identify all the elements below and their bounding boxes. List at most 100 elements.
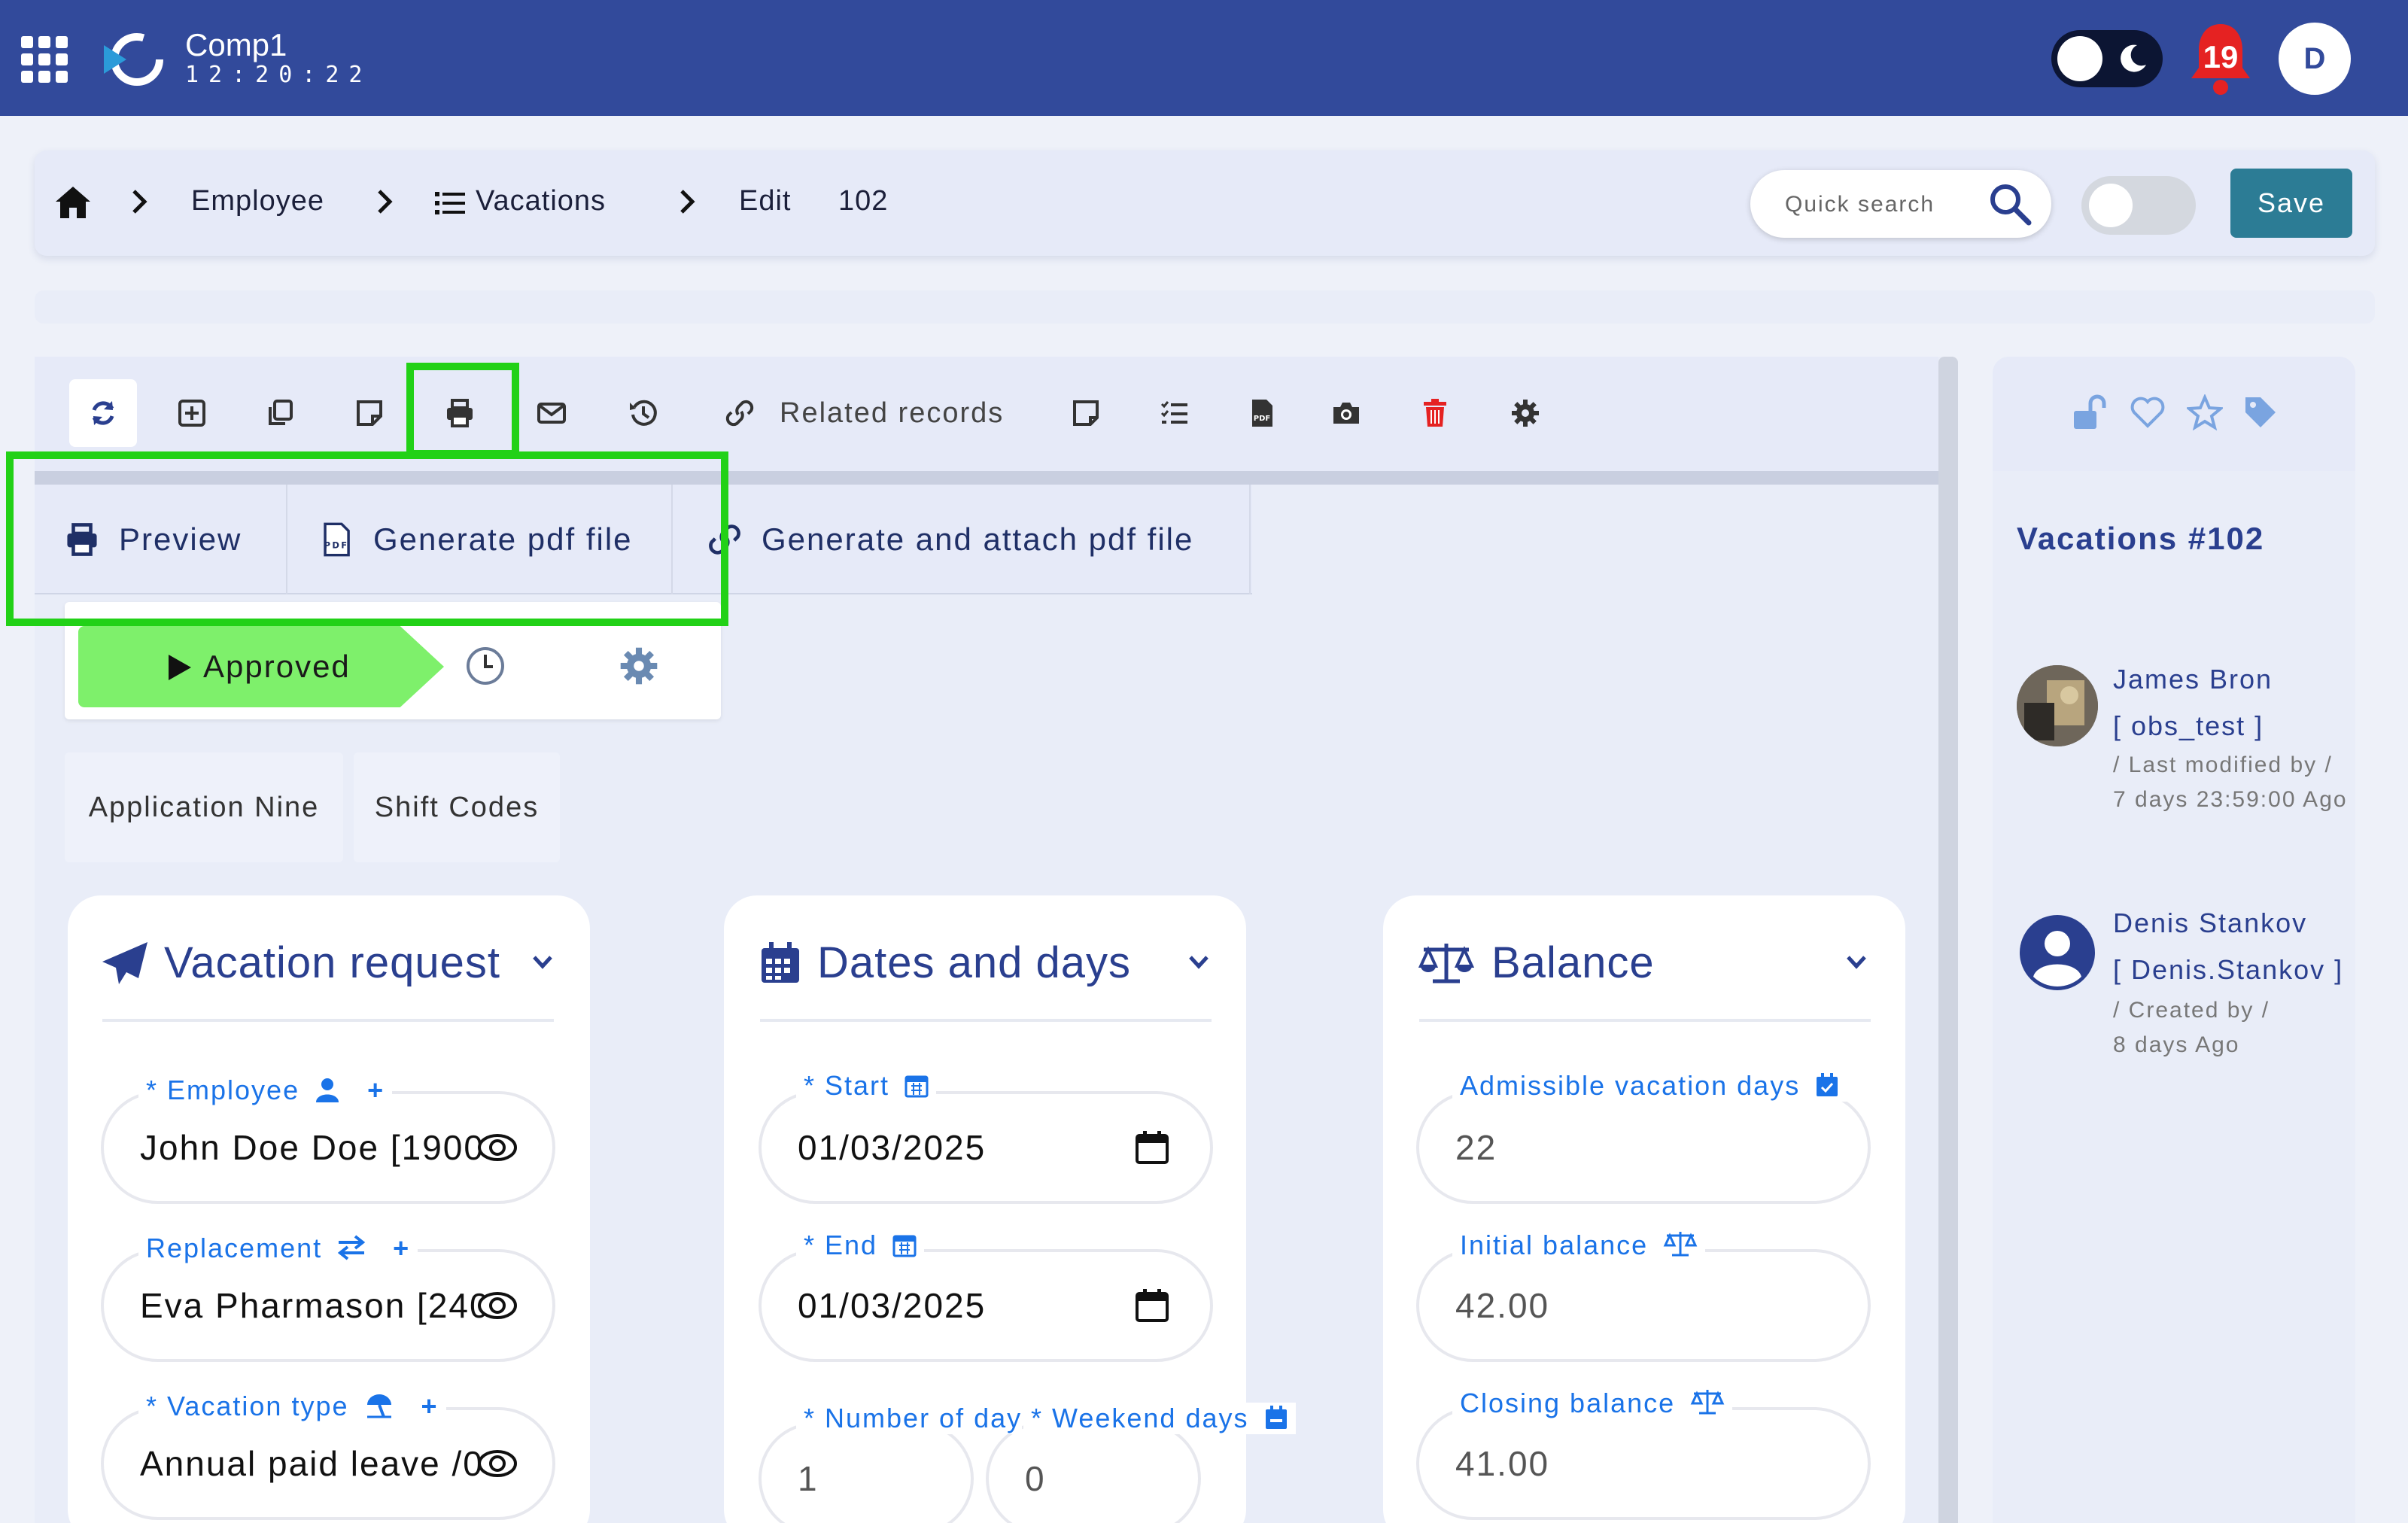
info-bar <box>35 290 2375 324</box>
dates-title: Dates and days <box>817 938 1132 987</box>
chevron-down-icon[interactable] <box>1187 953 1210 971</box>
add-employee-icon[interactable]: + <box>367 1075 385 1105</box>
star-icon[interactable] <box>2187 394 2223 430</box>
search-input[interactable] <box>1785 188 1988 221</box>
initial-balance-field: 42.00 <box>1416 1249 1871 1362</box>
chevron-down-icon[interactable] <box>531 953 554 971</box>
tasks-button[interactable] <box>1141 379 1209 447</box>
quick-search <box>1750 170 2051 238</box>
date-picker-icon[interactable] <box>1135 1288 1169 1323</box>
weekend-days-field[interactable]: 0 <box>986 1422 1201 1523</box>
related-records-label[interactable]: Related records <box>780 397 1004 430</box>
replacement-value: Eva Pharmason [240 <box>140 1286 491 1325</box>
search-icon[interactable] <box>1988 182 2032 226</box>
refresh-button[interactable] <box>69 379 137 447</box>
eye-icon[interactable] <box>477 1127 518 1168</box>
created-ago: 8 days Ago <box>2113 1032 2240 1057</box>
chevron-right-icon <box>132 190 147 214</box>
clock-icon[interactable] <box>465 646 506 686</box>
chevron-right-icon <box>378 190 393 214</box>
record-info-header <box>1993 357 2355 471</box>
dark-mode-toggle[interactable] <box>2051 30 2163 87</box>
swap-icon <box>337 1235 366 1260</box>
calendar-icon <box>892 1235 917 1257</box>
chevron-down-icon[interactable] <box>1845 953 1868 971</box>
gear-icon <box>1512 400 1539 427</box>
vacation-type-label: * Vacation type + <box>138 1391 446 1422</box>
closing-balance-label: Closing balance <box>1452 1388 1733 1419</box>
tab-shift-codes[interactable]: Shift Codes <box>354 752 560 862</box>
card-divider <box>760 1019 1212 1022</box>
new-record-button[interactable] <box>158 379 226 447</box>
breadcrumb-vacations[interactable]: Vacations <box>476 185 606 217</box>
modified-caption: / Last modified by / <box>2113 752 2333 777</box>
start-date-label: * Start <box>796 1070 937 1102</box>
view-toggle[interactable] <box>2081 176 2196 235</box>
pdf-file-icon: PDF <box>1252 400 1272 427</box>
scale-balance-icon <box>1418 944 1475 983</box>
camera-button[interactable] <box>1312 379 1380 447</box>
initial-balance-value: 42.00 <box>1455 1286 1550 1325</box>
modified-ago: 7 days 23:59:00 Ago <box>2113 787 2348 812</box>
card-divider <box>1419 1019 1871 1022</box>
breadcrumb-employee[interactable]: Employee <box>191 185 324 217</box>
copy-icon <box>269 400 293 425</box>
end-date-label: * End <box>796 1230 925 1261</box>
workflow-gear-icon[interactable] <box>619 646 659 686</box>
note-button[interactable] <box>336 379 403 447</box>
balance-title: Balance <box>1491 938 1655 987</box>
status-badge[interactable]: Approved <box>78 626 444 707</box>
history-button[interactable] <box>610 379 677 447</box>
paper-plane-icon <box>102 942 147 984</box>
tab-application-nine[interactable]: Application Nine <box>65 752 343 862</box>
company-name: Comp1 <box>185 27 287 62</box>
status-label: Approved <box>203 649 351 684</box>
apps-grid-icon[interactable] <box>21 36 68 83</box>
print-button-highlight <box>406 363 519 458</box>
end-date-value: 01/03/2025 <box>798 1286 987 1325</box>
calendar-check-icon <box>1817 1073 1838 1096</box>
moon-icon <box>2121 44 2146 72</box>
settings-button[interactable] <box>1491 379 1559 447</box>
calendar-icon <box>762 942 799 983</box>
generate-attach-pdf-item[interactable]: Generate and attach pdf file <box>707 485 1251 594</box>
home-icon[interactable] <box>54 185 92 220</box>
email-button[interactable] <box>518 379 585 447</box>
generate-attach-pdf-label: Generate and attach pdf file <box>762 521 1194 557</box>
envelope-icon <box>537 403 566 424</box>
eye-icon[interactable] <box>477 1443 518 1484</box>
user-circle-icon <box>2020 915 2095 990</box>
date-picker-icon[interactable] <box>1135 1130 1169 1165</box>
copy-record-button[interactable] <box>247 379 315 447</box>
save-button[interactable]: Save <box>2230 169 2352 238</box>
scale-balance-icon <box>1663 1232 1698 1257</box>
creator-name[interactable]: Denis Stankov <box>2113 907 2307 939</box>
heart-icon[interactable] <box>2130 394 2166 430</box>
pdf-button[interactable]: PDF <box>1228 379 1296 447</box>
main-scrollbar[interactable] <box>1938 357 1958 1523</box>
user-avatar[interactable]: D <box>2279 23 2351 95</box>
add-replacement-icon[interactable]: + <box>393 1233 410 1263</box>
admissible-days-value: 22 <box>1455 1128 1497 1167</box>
history-icon <box>630 400 657 426</box>
trash-icon <box>1424 399 1446 427</box>
delete-button[interactable] <box>1401 379 1469 447</box>
eye-icon[interactable] <box>477 1285 518 1326</box>
play-icon <box>169 655 191 680</box>
clock: 12:20:22 <box>185 62 372 88</box>
related-records-button[interactable] <box>706 379 774 447</box>
breadcrumb-record-id: 102 <box>838 185 889 217</box>
breadcrumb-edit: Edit <box>739 185 792 217</box>
number-of-days-field[interactable]: 1 <box>759 1422 974 1523</box>
modifier-name[interactable]: James Bron <box>2113 664 2273 695</box>
svg-text:PDF: PDF <box>1254 415 1270 423</box>
notes-button[interactable] <box>1052 379 1120 447</box>
chevron-right-icon <box>680 190 695 214</box>
add-vacation-type-icon[interactable]: + <box>421 1391 439 1421</box>
sticky-note-icon <box>357 400 382 426</box>
tag-icon[interactable] <box>2242 394 2279 430</box>
employee-value: John Doe Doe [1900 <box>140 1128 485 1167</box>
admissible-days-field: 22 <box>1416 1091 1871 1204</box>
unlock-icon[interactable] <box>2071 394 2107 430</box>
weekend-days-label: * Weekend days <box>1023 1403 1296 1434</box>
